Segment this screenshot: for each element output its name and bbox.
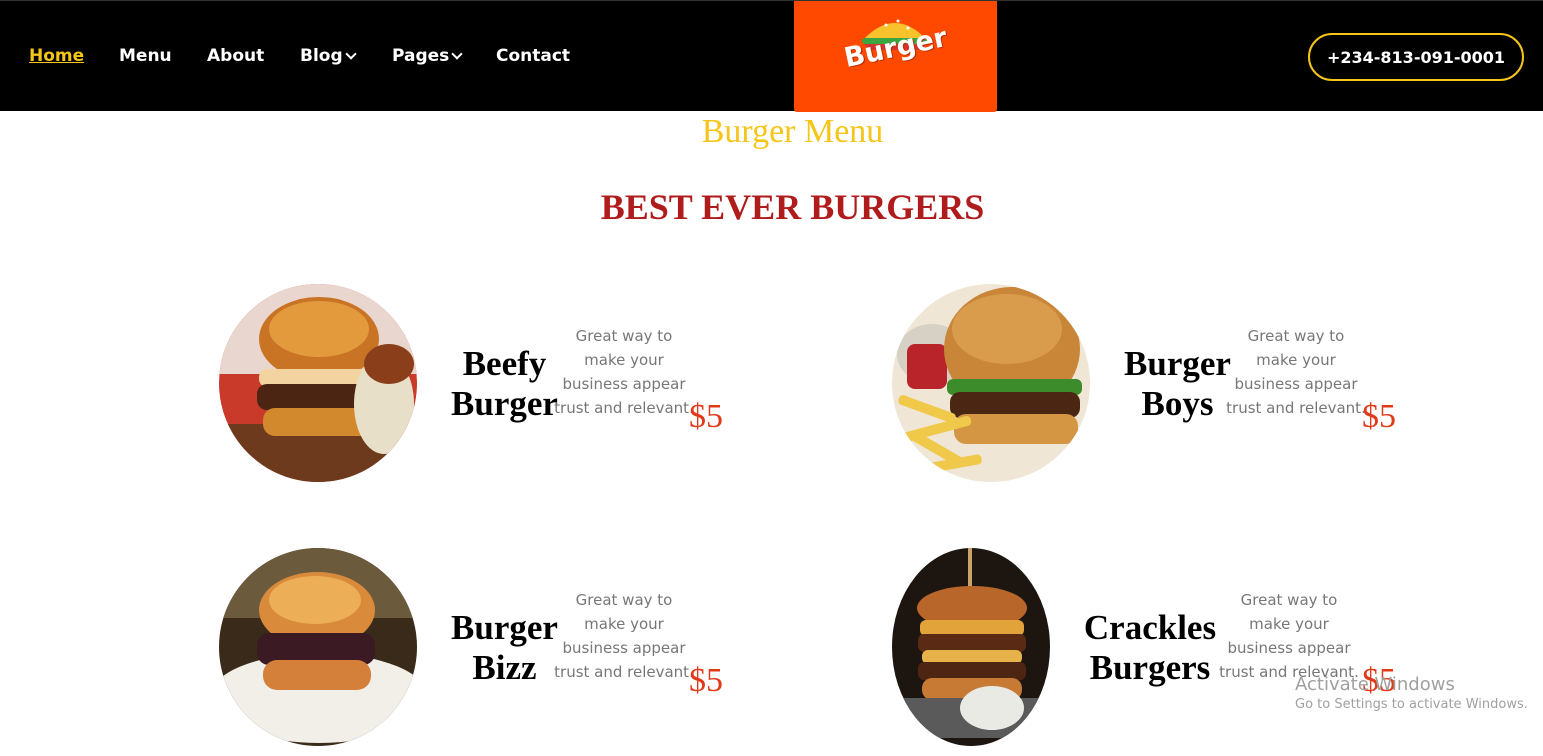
phone-number: +234-813-091-0001 — [1326, 47, 1506, 67]
item-name: Crackles Burgers — [1082, 608, 1218, 688]
menu-card: Burger Boys Great way to make your busin… — [892, 284, 1432, 484]
watermark-subtitle: Go to Settings to activate Windows. — [1295, 697, 1528, 712]
nav-blog[interactable]: Blog — [300, 46, 357, 66]
item-name: Beefy Burger — [447, 344, 562, 424]
activate-windows-watermark: Activate Windows Go to Settings to activ… — [1295, 674, 1528, 712]
section-subtitle: Burger Menu — [701, 113, 884, 150]
item-price: $5 — [1362, 398, 1396, 435]
item-name-line2: Boys — [1141, 384, 1214, 423]
burger-photo — [219, 548, 417, 746]
phone-button[interactable]: +234-813-091-0001 — [1308, 33, 1524, 81]
item-name-line2: Bizz — [472, 648, 537, 687]
item-price: $5 — [689, 398, 723, 435]
item-name: Burger Bizz — [447, 608, 562, 688]
item-price: $5 — [689, 662, 723, 699]
item-name-line1: Crackles — [1083, 608, 1217, 647]
nav-home[interactable]: Home — [29, 46, 84, 66]
menu-card: Crackles Burgers Great way to make your … — [892, 548, 1432, 748]
nav-pages-label: Pages — [392, 46, 450, 66]
nav-pages[interactable]: Pages — [392, 46, 463, 66]
burger-photo — [892, 284, 1090, 482]
nav-menu[interactable]: Menu — [119, 46, 172, 66]
burger-logo[interactable]: Burger — [794, 1, 997, 112]
item-name-line1: Beefy — [462, 344, 547, 383]
nav-contact[interactable]: Contact — [496, 46, 570, 66]
item-name-line2: Burger — [451, 384, 558, 423]
site-header: Home Menu About Blog Pages Contact Burge… — [0, 0, 1543, 112]
chevron-down-icon — [344, 48, 357, 60]
nav-blog-label: Blog — [300, 46, 343, 66]
menu-card: Burger Bizz Great way to make your busin… — [219, 548, 759, 748]
item-description: Great way to make your business appear t… — [554, 591, 694, 681]
burger-photo — [892, 548, 1050, 746]
item-description: Great way to make your business appear t… — [1226, 327, 1366, 417]
burger-photo — [219, 284, 417, 482]
item-name-line2: Burgers — [1089, 648, 1211, 687]
watermark-title: Activate Windows — [1295, 674, 1455, 695]
item-name: Burger Boys — [1120, 344, 1235, 424]
item-name-line1: Burger — [451, 608, 558, 647]
menu-card: Beefy Burger Great way to make your busi… — [219, 284, 759, 484]
item-description: Great way to make your business appear t… — [1219, 591, 1359, 681]
section-title: BEST EVER BURGERS — [600, 187, 985, 227]
item-description: Great way to make your business appear t… — [554, 327, 694, 417]
item-name-line1: Burger — [1124, 344, 1231, 383]
nav-about[interactable]: About — [207, 46, 264, 66]
chevron-down-icon — [451, 48, 463, 60]
